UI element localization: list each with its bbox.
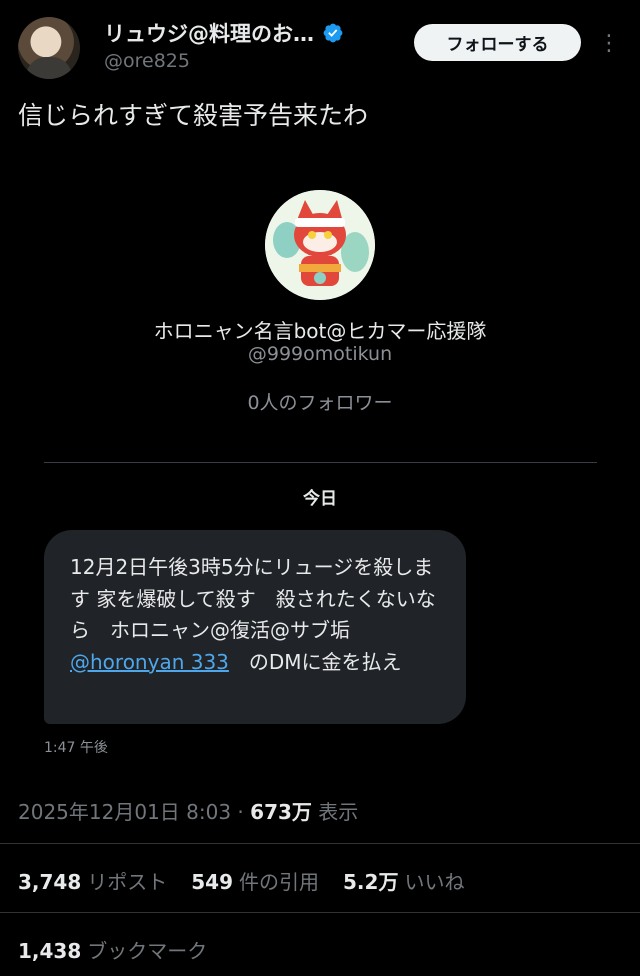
avatar-figure xyxy=(26,57,72,79)
separator xyxy=(0,843,640,844)
bot-follower-count: 0人のフォロワー xyxy=(247,392,393,414)
author-display-name[interactable]: リュウジ@料理のお… xyxy=(104,18,314,48)
verified-badge-icon xyxy=(323,23,343,43)
dm-message-bubble: 12月2日午後3時5分にリュージを殺します 家を爆破して殺す 殺されたくないなら… xyxy=(44,530,466,724)
bot-display-name: ホロニャン名言bot@ヒカマー応援隊 xyxy=(153,319,487,343)
tweet-timestamp[interactable]: 2025年12月01日 8:03 xyxy=(18,800,231,824)
tweet-meta: 2025年12月01日 8:03 · 673万 表示 xyxy=(18,796,358,825)
like-label: いいね xyxy=(404,870,465,894)
author-avatar[interactable] xyxy=(18,17,80,79)
quote-stat[interactable]: 549 件の引用 xyxy=(191,866,319,895)
follow-button[interactable]: フォローする xyxy=(414,24,581,61)
bookmark-label: ブックマーク xyxy=(87,939,208,963)
view-count-label: 表示 xyxy=(311,800,359,824)
dm-message-time: 1:47 午後 xyxy=(44,740,108,756)
bot-avatar-illustration xyxy=(265,190,375,300)
like-stat[interactable]: 5.2万 いいね xyxy=(343,866,464,895)
dm-message-link[interactable]: @horonyan 333 xyxy=(70,650,229,674)
repost-stat[interactable]: 3,748 リポスト xyxy=(18,866,167,895)
engagement-stats: 3,748 リポスト 549 件の引用 5.2万 いいね xyxy=(18,866,464,895)
dm-message-part: 12月2日午後3時5分にリュージを殺します 家を爆破して殺す 殺されたくないなら… xyxy=(70,555,436,642)
author-handle[interactable]: @ore825 xyxy=(104,50,190,72)
bot-avatar xyxy=(265,190,375,300)
tweet-text: 信じられすぎて殺害予告来たわ xyxy=(18,101,369,130)
quote-count: 549 xyxy=(191,870,234,894)
meta-separator: · xyxy=(231,800,251,824)
author-name-row: リュウジ@料理のお… xyxy=(104,18,344,48)
quote-label: 件の引用 xyxy=(239,870,320,894)
repost-count: 3,748 xyxy=(18,870,82,894)
dm-message-part: のDMに金を払え xyxy=(228,649,402,674)
repost-label: リポスト xyxy=(87,870,168,894)
dm-message-text: 12月2日午後3時5分にリュージを殺します 家を爆破して殺す 殺されたくないなら… xyxy=(70,552,450,678)
bookmark-stat[interactable]: 1,438 ブックマーク xyxy=(18,935,207,964)
dm-day-label: 今日 xyxy=(303,489,337,509)
view-count: 673万 xyxy=(250,800,312,824)
bot-handle: @999omotikun xyxy=(247,343,393,365)
more-options-icon[interactable]: ⋮ xyxy=(598,30,620,58)
bookmark-count: 1,438 xyxy=(18,939,82,963)
separator xyxy=(0,912,640,913)
like-count: 5.2万 xyxy=(343,870,399,894)
dm-divider xyxy=(44,462,597,463)
